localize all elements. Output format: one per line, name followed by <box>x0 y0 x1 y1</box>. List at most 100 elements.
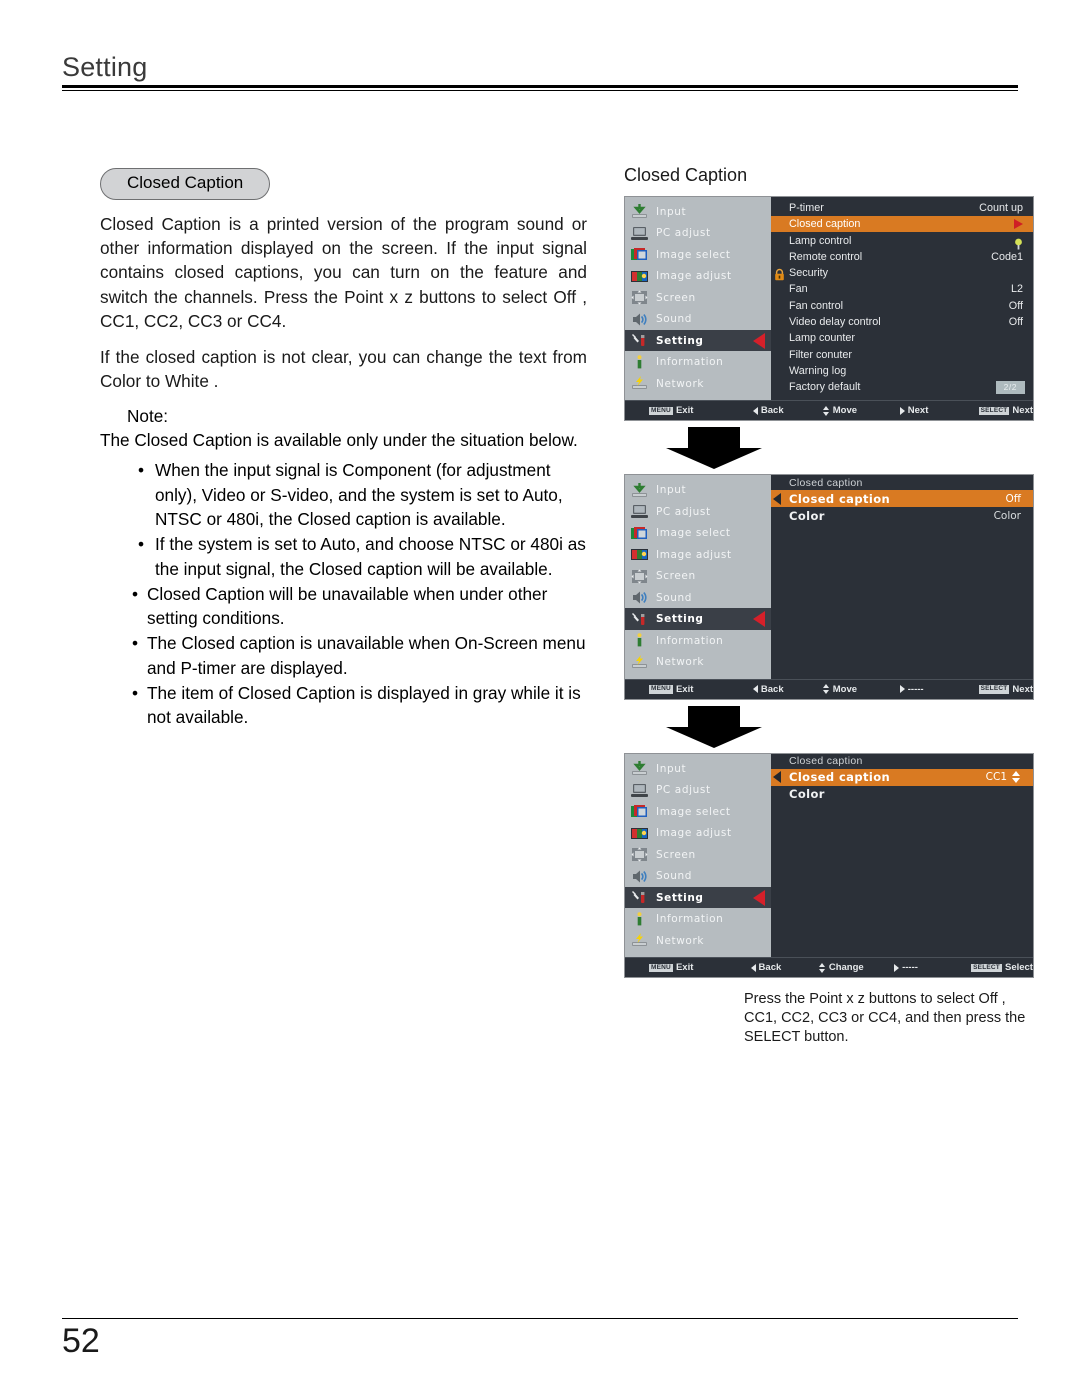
bullet-text: When the input signal is Component (for … <box>155 460 563 529</box>
sidebar-item-input[interactable]: Input <box>625 201 771 223</box>
sidebar-item-image-adjust[interactable]: Image adjust <box>625 265 771 287</box>
osd-sidebar[interactable]: Input PC adjust Image select Image adjus… <box>625 196 771 401</box>
bar-back[interactable]: Back <box>752 683 823 695</box>
submenu-row[interactable]: Color <box>771 786 1033 803</box>
osd-sidebar[interactable]: Input PC adjust Image select Image adjus… <box>625 475 771 679</box>
sidebar-item-label: Setting <box>656 613 704 626</box>
screen-icon <box>630 846 649 863</box>
information-icon <box>630 911 649 928</box>
submenu-heading: Closed caption <box>789 476 863 489</box>
bar-move[interactable]: Move <box>822 405 900 416</box>
input-icon <box>630 203 649 220</box>
menu-row[interactable]: Warning log <box>771 363 1033 379</box>
bar-exit[interactable]: MENU Exit <box>649 962 751 973</box>
submenu-row[interactable]: Closed caption Off <box>771 490 1033 508</box>
sidebar-item-network[interactable]: Network <box>625 651 771 673</box>
sidebar-item-pc-adjust[interactable]: PC adjust <box>625 222 771 244</box>
menu-row[interactable]: Fan L2 <box>771 281 1033 297</box>
sidebar-item-setting[interactable]: Setting <box>625 608 771 630</box>
bar-next-label: ----- <box>902 962 918 974</box>
sidebar-item-pc-adjust[interactable]: PC adjust <box>625 779 771 801</box>
sidebar-item-input[interactable]: Input <box>625 479 771 501</box>
bar-select[interactable]: SELECT Next <box>978 684 1033 695</box>
menu-row[interactable]: Factory default <box>771 379 1033 395</box>
sidebar-item-image-select[interactable]: Image select <box>625 801 771 823</box>
flow-arrow-down-icon <box>624 427 1034 470</box>
submenu-row[interactable]: Closed caption CC1 <box>771 768 1033 786</box>
sidebar-item-information[interactable]: Information <box>625 908 771 930</box>
up-down-arrow-icon <box>822 684 830 695</box>
stepper-arrows-icon[interactable] <box>1012 771 1021 784</box>
menu-row-label: Lamp control <box>789 234 852 247</box>
bar-select[interactable]: SELECT Select <box>971 962 1033 973</box>
menu-row-label: P-timer <box>789 201 824 214</box>
submenu-arrow-icon <box>1014 219 1023 230</box>
sidebar-item-screen[interactable]: Screen <box>625 287 771 309</box>
sidebar-item-sound[interactable]: Sound <box>625 865 771 887</box>
bar-move[interactable]: Change <box>818 962 894 973</box>
bar-exit[interactable]: MENU Exit <box>649 684 753 695</box>
up-down-arrow-icon <box>822 405 830 416</box>
list-item: • Closed Caption will be unavailable when… <box>100 582 587 631</box>
network-icon <box>630 654 649 671</box>
menu-row[interactable]: Security <box>771 265 1033 281</box>
menu-row-label: Lamp counter <box>789 332 856 345</box>
sidebar-item-network[interactable]: Network <box>625 930 771 952</box>
sidebar-item-label: Network <box>656 656 705 669</box>
setting-icon <box>630 332 649 349</box>
note-bullet-list: • When the input signal is Component (for… <box>100 458 587 729</box>
selection-pointer-icon <box>753 889 765 906</box>
sidebar-item-information[interactable]: Information <box>625 351 771 373</box>
sidebar-item-label: Input <box>656 484 687 497</box>
sidebar-item-screen[interactable]: Screen <box>625 844 771 866</box>
list-item: • If the system is set to Auto, and choos… <box>100 532 587 581</box>
bar-back-label: Back <box>760 683 784 695</box>
sidebar-item-network[interactable]: Network <box>625 373 771 395</box>
sidebar-item-label: Information <box>656 356 724 369</box>
note-label: Note: <box>127 405 169 426</box>
sidebar-item-image-adjust[interactable]: Image adjust <box>625 822 771 844</box>
menu-row[interactable]: Remote control Code1 <box>771 249 1033 265</box>
menu-row[interactable]: Lamp control <box>771 232 1033 250</box>
sidebar-item-information[interactable]: Information <box>625 630 771 652</box>
figure-caption: Press the Point x z buttons to select Of… <box>744 991 1026 1046</box>
bar-next[interactable]: ----- <box>899 683 979 695</box>
sidebar-item-pc-adjust[interactable]: PC adjust <box>625 501 771 523</box>
list-item: • When the input signal is Component (for… <box>100 458 587 531</box>
menu-row[interactable]: Video delay control Off <box>771 314 1033 330</box>
bar-next[interactable]: ----- <box>894 962 971 973</box>
sidebar-item-sound[interactable]: Sound <box>625 308 771 330</box>
sidebar-item-image-select[interactable]: Image select <box>625 522 771 544</box>
bar-exit[interactable]: MENU Exit <box>649 405 753 416</box>
image-adjust-icon <box>630 268 649 285</box>
sidebar-item-input[interactable]: Input <box>625 758 771 780</box>
sidebar-item-sound[interactable]: Sound <box>625 587 771 609</box>
sidebar-item-setting[interactable]: Setting <box>625 886 771 909</box>
sidebar-item-setting[interactable]: Setting <box>625 329 771 352</box>
left-text-column: Closed Caption Closed Caption is a print… <box>100 168 587 730</box>
submenu-row[interactable]: Color Color <box>771 507 1033 524</box>
menu-row[interactable]: Filter conuter <box>771 346 1033 362</box>
selection-pointer-icon <box>753 611 765 628</box>
menu-row[interactable]: Fan control Off <box>771 298 1033 314</box>
submenu-row-label: Closed caption <box>789 770 891 785</box>
bar-move[interactable]: Move <box>822 684 900 695</box>
sidebar-item-image-select[interactable]: Image select <box>625 244 771 266</box>
bar-next-label: Next <box>907 405 929 417</box>
paragraph-closed-caption-intro: Closed Caption is a printed version of t… <box>100 213 587 331</box>
bar-back[interactable]: Back <box>750 962 819 973</box>
select-key-icon: SELECT <box>978 685 1010 694</box>
bar-select[interactable]: SELECT Next <box>978 405 1033 416</box>
osd-sidebar[interactable]: Input PC adjust Image select Image adjus… <box>625 753 771 958</box>
network-icon <box>630 375 649 392</box>
sidebar-item-image-adjust[interactable]: Image adjust <box>625 544 771 566</box>
input-icon <box>630 482 649 499</box>
menu-row[interactable]: P-timer Count up <box>771 200 1033 216</box>
bar-next-label: ----- <box>907 683 924 695</box>
sidebar-item-screen[interactable]: Screen <box>625 565 771 587</box>
bar-next[interactable]: Next <box>899 405 979 417</box>
menu-row[interactable]: Closed caption <box>771 216 1033 233</box>
bar-back[interactable]: Back <box>752 405 823 416</box>
menu-row[interactable]: Lamp counter <box>771 330 1033 346</box>
submenu-row-label: Color <box>789 508 825 523</box>
